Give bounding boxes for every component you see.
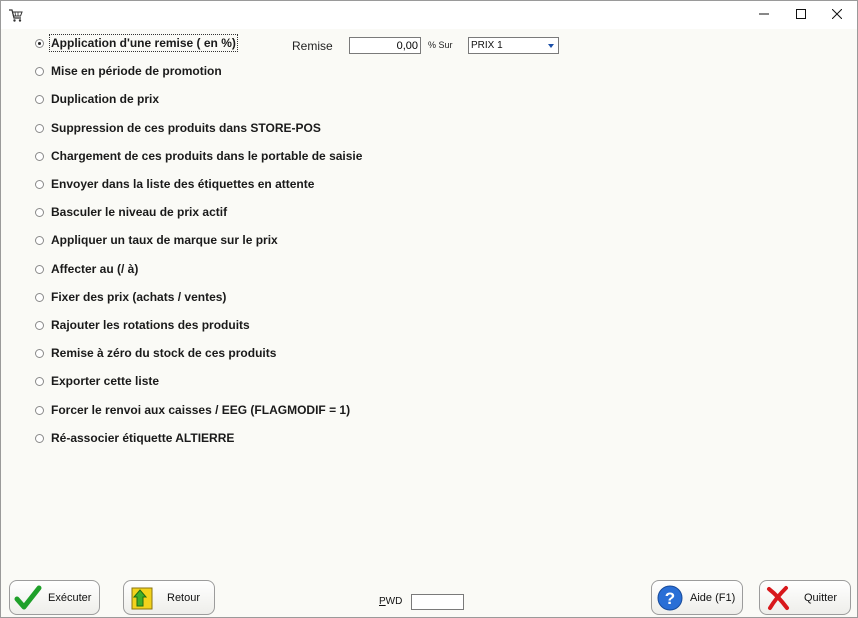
radio-button[interactable]: [35, 66, 44, 76]
option-label[interactable]: Rajouter les rotations des produits: [51, 318, 250, 332]
option-label[interactable]: Mise en période de promotion: [51, 64, 222, 78]
radio-button[interactable]: [35, 405, 44, 415]
option-label[interactable]: Ré-associer étiquette ALTIERRE: [51, 431, 234, 445]
retour-label: Retour: [167, 592, 201, 604]
option-row[interactable]: Chargement de ces produits dans le porta…: [35, 147, 362, 165]
quitter-label: Quitter: [804, 592, 838, 604]
radio-button[interactable]: [35, 179, 44, 189]
option-row[interactable]: Suppression de ces produits dans STORE-P…: [35, 119, 321, 137]
option-label[interactable]: Suppression de ces produits dans STORE-P…: [51, 121, 321, 135]
option-row[interactable]: Ré-associer étiquette ALTIERRE: [35, 429, 234, 447]
option-label[interactable]: Fixer des prix (achats / ventes): [51, 290, 226, 304]
close-icon: [831, 6, 843, 24]
option-row[interactable]: Exporter cette liste: [35, 372, 159, 390]
radio-button[interactable]: [35, 320, 44, 330]
remise-label: Remise: [292, 39, 333, 53]
main-window: Application d'une remise ( en %) Mise en …: [0, 0, 858, 618]
radio-button[interactable]: [35, 292, 44, 302]
help-icon: ?: [656, 584, 684, 612]
option-row[interactable]: Remise à zéro du stock de ces produits: [35, 344, 276, 362]
aide-label: Aide (F1): [690, 592, 736, 604]
option-row[interactable]: Forcer le renvoi aux caisses / EEG (FLAG…: [35, 401, 350, 419]
shopping-cart-icon: [8, 7, 24, 23]
option-label[interactable]: Envoyer dans la liste des étiquettes en …: [51, 177, 314, 191]
option-row[interactable]: Appliquer un taux de marque sur le prix: [35, 231, 278, 249]
minimize-icon: [759, 6, 769, 24]
option-row[interactable]: Rajouter les rotations des produits: [35, 316, 250, 334]
pwd-label-accel: P: [379, 596, 386, 607]
title-bar: [1, 1, 857, 29]
pwd-label-rest: WD: [385, 596, 403, 607]
pwd-label: PWD: [379, 596, 402, 607]
option-row[interactable]: Affecter au (/ à): [35, 260, 138, 278]
price-level-select[interactable]: PRIX 1: [468, 37, 559, 54]
option-label[interactable]: Duplication de prix: [51, 92, 159, 106]
option-label[interactable]: Forcer le renvoi aux caisses / EEG (FLAG…: [51, 403, 350, 417]
radio-button[interactable]: [35, 207, 44, 217]
radio-button[interactable]: [35, 348, 44, 358]
dropdown-arrow-icon: [548, 44, 554, 48]
option-label[interactable]: Basculer le niveau de prix actif: [51, 205, 227, 219]
executer-button[interactable]: Exécuter: [9, 580, 100, 615]
radio-button[interactable]: [35, 433, 44, 443]
option-label[interactable]: Chargement de ces produits dans le porta…: [51, 149, 362, 163]
maximize-button[interactable]: [784, 1, 818, 29]
radio-button[interactable]: [35, 38, 44, 48]
minimize-button[interactable]: [747, 1, 781, 29]
option-row[interactable]: Basculer le niveau de prix actif: [35, 203, 227, 221]
back-arrow-icon: [128, 584, 156, 612]
maximize-icon: [796, 6, 806, 24]
option-label[interactable]: Appliquer un taux de marque sur le prix: [51, 233, 278, 247]
red-x-icon: [764, 584, 792, 612]
option-label[interactable]: Exporter cette liste: [51, 374, 159, 388]
radio-button[interactable]: [35, 264, 44, 274]
radio-button[interactable]: [35, 376, 44, 386]
radio-button[interactable]: [35, 151, 44, 161]
retour-button[interactable]: Retour: [123, 580, 215, 615]
close-button[interactable]: [820, 1, 854, 29]
radio-button[interactable]: [35, 94, 44, 104]
remise-input[interactable]: [349, 37, 421, 54]
pwd-input[interactable]: [411, 594, 464, 610]
radio-button[interactable]: [35, 123, 44, 133]
option-row[interactable]: Mise en période de promotion: [35, 62, 222, 80]
option-label[interactable]: Remise à zéro du stock de ces produits: [51, 346, 276, 360]
option-row[interactable]: Application d'une remise ( en %): [35, 34, 238, 52]
option-row[interactable]: Envoyer dans la liste des étiquettes en …: [35, 175, 314, 193]
percent-sur-label: % Sur: [428, 40, 453, 50]
option-label[interactable]: Application d'une remise ( en %): [49, 34, 238, 52]
executer-label: Exécuter: [48, 592, 92, 604]
option-label[interactable]: Affecter au (/ à): [51, 262, 138, 276]
option-row[interactable]: Fixer des prix (achats / ventes): [35, 288, 226, 306]
price-level-select-value: PRIX 1: [471, 40, 503, 51]
option-row[interactable]: Duplication de prix: [35, 90, 159, 108]
quitter-button[interactable]: Quitter: [759, 580, 851, 615]
svg-text:?: ?: [665, 589, 675, 608]
checkmark-icon: [14, 584, 42, 612]
radio-button[interactable]: [35, 235, 44, 245]
aide-button[interactable]: ? Aide (F1): [651, 580, 743, 615]
